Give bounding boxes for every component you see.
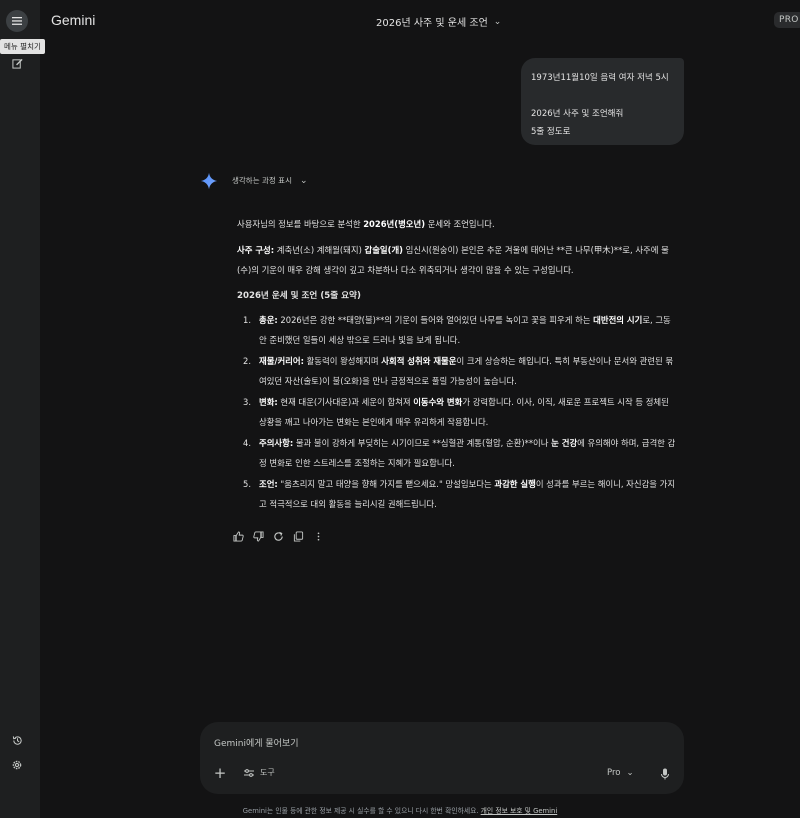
chevron-down-icon: ⌄ — [626, 768, 634, 778]
tools-label: 도구 — [260, 768, 275, 777]
model-selector[interactable]: Pro ⌄ — [607, 768, 634, 778]
prompt-composer[interactable]: Gemini에게 물어보기 + 도구 Pro ⌄ — [200, 722, 684, 794]
tools-button[interactable]: 도구 — [243, 767, 275, 778]
chat-title: 2026년 사주 및 운세 조언 — [376, 18, 488, 29]
good-response-button[interactable] — [231, 529, 245, 543]
menu-tooltip: 메뉴 펼치기 — [0, 39, 45, 54]
thumb-down-icon — [252, 530, 264, 542]
model-response: 사용자님의 정보를 바탕으로 분석한 2026년(병오년) 운세와 조언입니다.… — [237, 214, 677, 515]
brand-logo-text[interactable]: Gemini — [51, 12, 95, 28]
list-item: 5. 조언: "움츠리지 말고 태양을 향해 가지를 뻗으세요." 망설임보다는 … — [243, 479, 676, 509]
microphone-button[interactable] — [658, 766, 672, 780]
bad-response-button[interactable] — [251, 529, 265, 543]
prompt-input[interactable]: Gemini에게 물어보기 — [214, 736, 299, 749]
chevron-down-icon: ⌄ — [493, 16, 502, 27]
chat-title-dropdown[interactable]: 2026년 사주 및 운세 조언 ⌄ — [376, 14, 502, 30]
hamburger-icon — [12, 17, 22, 25]
redo-button[interactable] — [271, 529, 285, 543]
copy-icon — [293, 530, 303, 542]
settings-button[interactable] — [6, 754, 28, 776]
menu-button[interactable] — [6, 10, 28, 32]
model-label: Pro — [607, 768, 621, 778]
side-rail — [0, 0, 40, 818]
more-vert-icon — [317, 531, 319, 541]
response-intro: 사용자님의 정보를 바탕으로 분석한 2026년(병오년) 운세와 조언입니다. — [237, 219, 495, 229]
disclaimer-text: Gemini는 인물 등에 관한 정보 제공 시 실수를 할 수 있으니 다시 … — [242, 807, 481, 815]
user-message-line: 1973년11월10일 음력 여자 저녁 5시 — [531, 73, 669, 83]
plus-icon: + — [213, 764, 227, 782]
gemini-spark-icon — [200, 172, 218, 190]
list-item: 2. 재물/커리어: 활동력이 왕성해지며 사회적 성취와 재물운이 크게 상승하… — [243, 356, 674, 386]
user-message-bubble: 1973년11월10일 음력 여자 저녁 5시 2026년 사주 및 조언해줘 … — [521, 58, 684, 145]
list-item: 1. 총운: 2026년은 강한 **태양(불)**의 기운이 들어와 얼어있던 … — [243, 315, 671, 345]
privacy-link[interactable]: 개인 정보 보호 및 Gemini — [481, 807, 558, 815]
copy-button[interactable] — [291, 529, 305, 543]
summary-list: 1. 총운: 2026년은 강한 **태양(불)**의 기운이 들어와 얼어있던 … — [237, 310, 677, 514]
disclaimer-footer: Gemini는 인물 등에 관한 정보 제공 시 실수를 할 수 있으니 다시 … — [0, 805, 800, 815]
thinking-label: 생각하는 과정 표시 — [232, 176, 292, 185]
thumb-up-icon — [232, 530, 244, 542]
summary-heading: 2026년 운세 및 조언 (5줄 요약) — [237, 291, 361, 301]
user-message-line: 5줄 정도로 — [531, 127, 571, 137]
tools-icon — [244, 768, 254, 777]
more-options-button[interactable] — [311, 529, 325, 543]
microphone-icon — [661, 768, 669, 780]
response-actions — [231, 529, 325, 543]
edit-icon — [11, 58, 23, 69]
user-message-line: 2026년 사주 및 조언해줘 — [531, 109, 624, 119]
gear-icon — [12, 760, 22, 770]
new-chat-button[interactable] — [6, 52, 28, 74]
list-item: 3. 변화: 현재 대운(기사대운)과 세운이 합쳐져 이동수와 변화가 강력합니… — [243, 397, 669, 427]
show-thinking-toggle[interactable]: 생각하는 과정 표시 ⌄ — [232, 175, 308, 186]
chevron-down-icon: ⌄ — [299, 175, 308, 186]
history-icon — [12, 735, 22, 745]
saju-composition: 사주 구성: 계축년(소) 계해월(돼지) 갑술일(개) 임신시(원숭이) 본인… — [237, 245, 669, 275]
add-files-button[interactable]: + — [213, 764, 227, 782]
redo-icon — [273, 531, 283, 541]
activity-button[interactable] — [6, 729, 28, 751]
pro-badge[interactable]: PRO — [774, 12, 800, 28]
list-item: 4. 주의사항: 물과 불이 강하게 부딪히는 시기이므로 **심혈관 계통(혈압… — [243, 438, 676, 468]
